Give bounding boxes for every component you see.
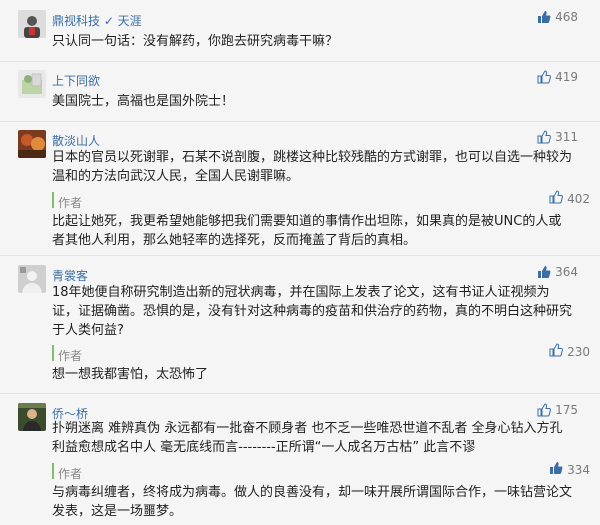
reply-like-count: 402 xyxy=(567,191,590,206)
avatar[interactable] xyxy=(18,10,46,38)
like-count: 364 xyxy=(555,265,578,279)
avatar[interactable] xyxy=(18,403,46,431)
reply-header: 作者 334 xyxy=(52,462,590,481)
author-reply: 作者 230 想一想我都害怕，太恐怖了 xyxy=(52,343,590,384)
username[interactable]: 上下同欲 xyxy=(52,72,100,89)
thumbs-up-outline-icon xyxy=(537,70,552,84)
comment-text: 18年她便自称研究制造出新的冠状病毒，并在国际上发表了论文，这有书证人证视频为证… xyxy=(52,285,573,338)
reply-author: 作者 xyxy=(58,349,83,363)
reply-like-count: 334 xyxy=(567,462,590,477)
thumbs-up-outline-icon xyxy=(537,130,552,144)
like-button[interactable]: 468 xyxy=(537,10,578,24)
thumbs-up-outline-icon xyxy=(549,343,564,360)
thumbs-up-outline-icon xyxy=(549,190,564,207)
reply-header: 作者 402 xyxy=(52,190,590,210)
like-button[interactable]: 364 xyxy=(537,265,578,279)
like-button[interactable]: 311 xyxy=(537,130,578,144)
divider xyxy=(0,121,600,122)
comment-text: 美国院士，高福也是国外院士！ xyxy=(52,94,235,109)
divider xyxy=(0,61,600,62)
like-count: 311 xyxy=(555,130,578,144)
username[interactable]: 青裳客 xyxy=(52,267,88,284)
reply-like-count: 230 xyxy=(567,344,590,359)
comment-text: 扑朔迷离 难辨真伪 永远都有一批奋不顾身者 也不乏一些唯恐世道不乱者 全身心钻入… xyxy=(52,421,563,455)
reply-text: 想一想我都害怕，太恐怖了 xyxy=(52,367,209,382)
reply-like-button[interactable]: 230 xyxy=(549,343,590,360)
reply-text: 比起让她死，我更希望她能够把我们需要知道的事情作出坦陈，如果真的是被UNC的人或… xyxy=(52,214,562,248)
username[interactable]: 散淡山人 xyxy=(52,132,100,149)
thumbs-up-icon xyxy=(537,265,551,279)
author-reply: 作者 402 比起让她死，我更希望她能够把我们需要知道的事情作出坦陈，如果真的是… xyxy=(52,190,590,250)
like-button[interactable]: 419 xyxy=(537,70,578,84)
like-count: 419 xyxy=(555,70,578,84)
thumbs-up-outline-icon xyxy=(537,403,552,417)
avatar[interactable] xyxy=(18,70,46,98)
like-count: 175 xyxy=(555,403,578,417)
reply-text: 与病毒纠缠者，终将成为病毒。做人的良善没有，却一味开展所谓国际合作，一味钻营论文… xyxy=(52,485,573,519)
reply-header: 作者 230 xyxy=(52,343,590,363)
like-count: 468 xyxy=(555,10,578,24)
divider xyxy=(0,393,600,394)
divider xyxy=(0,255,600,256)
comment-text: 只认同一句话：没有解药，你跑去研究病毒干嘛？ xyxy=(52,34,339,49)
author-reply: 作者 334 与病毒纠缠者，终将成为病毒。做人的良善没有，却一味开展所谓国际合作… xyxy=(52,462,590,521)
username[interactable]: 鼎视科技 ✓ 天涯 xyxy=(52,12,142,29)
like-button[interactable]: 175 xyxy=(537,403,578,417)
thumbs-up-icon xyxy=(549,461,563,478)
comment-list: 鼎视科技 ✓ 天涯 468 只认同一句话：没有解药，你跑去研究病毒干嘛？ 上下同… xyxy=(0,0,600,525)
comment-text: 日本的官员以死谢罪，石某不说剖腹，跳楼这种比较残酷的方式谢罪，也可以自选一种较为… xyxy=(52,150,573,184)
thumbs-up-icon xyxy=(537,10,551,24)
reply-author: 作者 xyxy=(58,467,83,481)
reply-author: 作者 xyxy=(58,196,83,210)
avatar[interactable] xyxy=(18,130,46,158)
reply-like-button[interactable]: 334 xyxy=(549,461,590,478)
reply-like-button[interactable]: 402 xyxy=(549,190,590,207)
avatar[interactable] xyxy=(18,265,46,293)
